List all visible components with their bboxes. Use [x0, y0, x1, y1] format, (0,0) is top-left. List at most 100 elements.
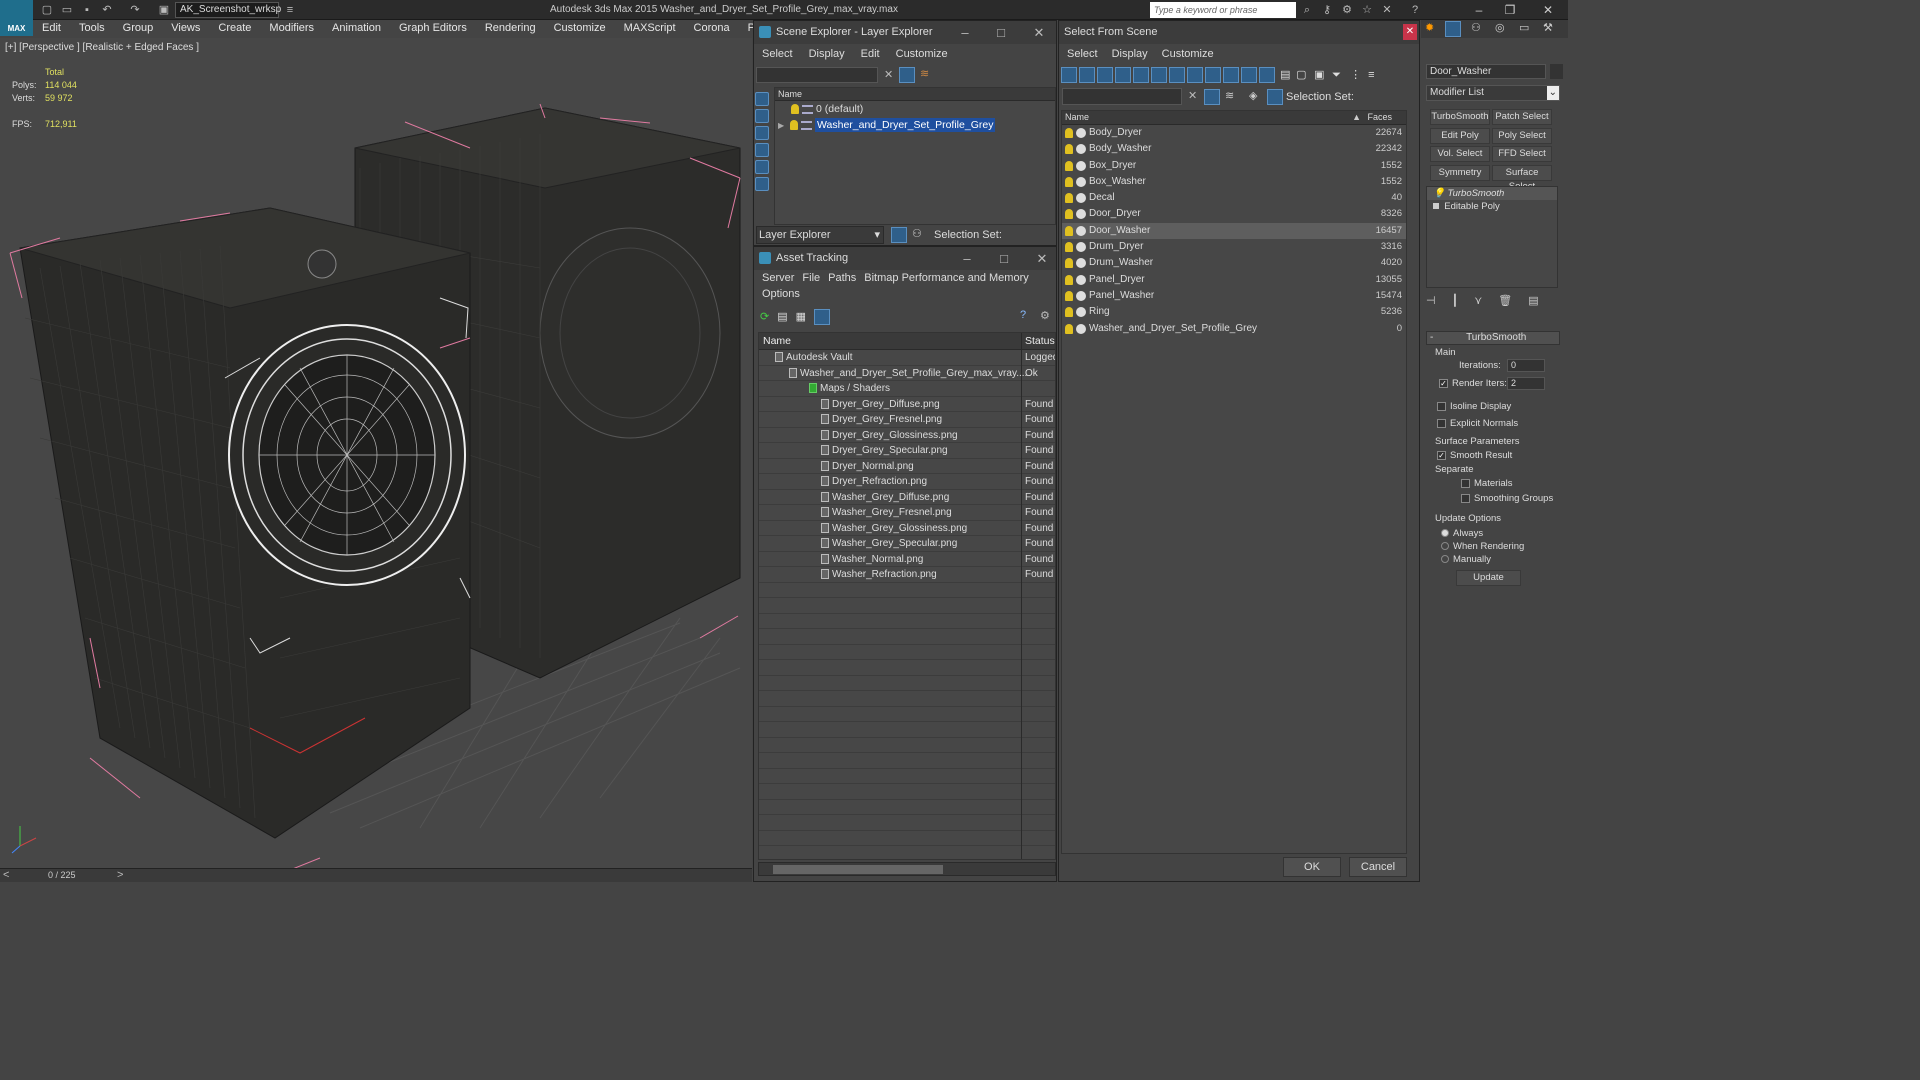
menu-rendering[interactable]: Rendering [476, 20, 545, 37]
lightbulb-icon[interactable] [1065, 323, 1073, 334]
expand-arrow-icon[interactable]: ▶ [778, 121, 784, 130]
x-icon[interactable]: ✕ [1380, 3, 1394, 17]
maximize-icon[interactable]: □ [988, 21, 1014, 44]
object-row[interactable]: Drum_Washer 4020 [1062, 255, 1406, 271]
display-cameras-icon[interactable] [755, 160, 769, 174]
remove-modifier-icon[interactable]: 🗑 [1498, 295, 1512, 307]
lightbulb-icon[interactable] [1065, 209, 1073, 220]
modify-tab-icon[interactable] [1445, 21, 1461, 37]
filter-helpers-icon[interactable] [1151, 67, 1167, 83]
lightbulb-icon[interactable]: 💡 [1433, 188, 1445, 199]
materials-row[interactable]: Materials [1461, 478, 1513, 489]
table-view-icon[interactable] [814, 309, 831, 325]
asset-horizontal-scrollbar[interactable] [758, 862, 1056, 876]
object-name-field[interactable]: Door_Washer [1426, 64, 1546, 79]
display-lights-icon[interactable] [755, 143, 769, 157]
manually-row[interactable]: Manually [1441, 554, 1491, 565]
asset-row[interactable]: Washer_Grey_Specular.png Found [759, 536, 1055, 552]
lightbulb-icon[interactable] [791, 104, 799, 115]
cancel-button[interactable]: Cancel [1349, 857, 1407, 877]
modifier-list-dropdown[interactable]: Modifier List ⌄ [1426, 85, 1560, 101]
menu-customize[interactable]: Customize [1162, 44, 1214, 64]
symmetry-button[interactable]: Symmetry [1430, 165, 1490, 181]
asset-row[interactable]: Autodesk Vault Logged [759, 350, 1055, 366]
asset-row[interactable]: Dryer_Normal.png Found [759, 459, 1055, 474]
asset-row[interactable]: Washer_and_Dryer_Set_Profile_Grey_max_vr… [759, 366, 1055, 381]
key-icon[interactable]: ⚷ [1320, 3, 1334, 17]
undo-icon[interactable]: ↶ [100, 3, 114, 17]
when-rendering-row[interactable]: When Rendering [1441, 541, 1524, 552]
pin-stack-icon[interactable]: ⊣ [1426, 295, 1436, 307]
lightbulb-icon[interactable] [790, 120, 798, 131]
asset-tracking-titlebar[interactable]: Asset Tracking – □ ✕ [754, 247, 1056, 270]
lightbulb-icon[interactable] [1065, 274, 1073, 285]
thumbnail-icon[interactable]: ▦ [796, 311, 806, 323]
patch-select-button[interactable]: Patch Select [1492, 109, 1552, 125]
save-icon[interactable]: ▪ [80, 3, 94, 17]
object-row[interactable]: Drum_Dryer 3316 [1062, 239, 1406, 255]
lightbulb-icon[interactable] [1065, 290, 1073, 301]
surface-select-button[interactable]: Surface Select [1492, 165, 1552, 192]
select-invert-icon[interactable]: ▣ [1314, 68, 1332, 81]
lightbulb-icon[interactable] [1065, 307, 1073, 318]
menu-create[interactable]: Create [209, 20, 260, 37]
close-icon[interactable]: ✕ [1535, 2, 1561, 18]
menu-paths[interactable]: Paths [828, 270, 856, 286]
lightbulb-icon[interactable] [1065, 144, 1073, 155]
filter-all-icon[interactable] [1061, 67, 1077, 83]
col-faces[interactable]: Faces [1367, 111, 1392, 124]
always-radio[interactable] [1441, 529, 1449, 538]
minimize-icon[interactable]: – [952, 21, 978, 44]
hierarchy-icon[interactable] [1267, 89, 1283, 105]
render-iters-spinner[interactable]: 2 [1507, 377, 1545, 390]
sort-arrow-icon[interactable]: ▲ [1352, 111, 1361, 124]
filter-funnel-icon[interactable]: ⏷ [1332, 69, 1350, 82]
hierarchy-tab-icon[interactable]: ⚇ [1471, 21, 1481, 34]
layer-options-icon[interactable]: ≋ [920, 67, 929, 80]
hierarchy-view-icon[interactable]: ⋮ [1350, 68, 1368, 81]
menu-file[interactable]: File [802, 270, 820, 286]
filter-containers-icon[interactable] [1241, 67, 1257, 83]
filter-spacewarps-icon[interactable] [1169, 67, 1185, 83]
lightbulb-icon[interactable] [1065, 128, 1073, 138]
asset-row[interactable]: Washer_Grey_Diffuse.png Found [759, 490, 1055, 505]
filter-groups-icon[interactable] [1187, 67, 1203, 83]
turbosmooth-rollout-header[interactable]: - TurboSmooth [1426, 331, 1560, 345]
edit-poly-button[interactable]: Edit Poly [1430, 128, 1490, 144]
smooth-result-row[interactable]: ✓ Smooth Result [1437, 450, 1512, 461]
menu-tools[interactable]: Tools [70, 20, 114, 37]
display-helpers-icon[interactable] [755, 177, 769, 191]
layer-options-icon[interactable]: ≋ [1225, 89, 1234, 102]
filter-bones-icon[interactable] [1223, 67, 1239, 83]
close-icon[interactable]: ✕ [1029, 247, 1055, 270]
help-icon[interactable]: ? [1408, 3, 1422, 17]
menu-customize[interactable]: Customize [545, 20, 615, 37]
subscription-icon[interactable]: ⚙ [1340, 3, 1354, 17]
filter-icon[interactable] [1204, 89, 1220, 105]
asset-row[interactable]: Dryer_Grey_Specular.png Found [759, 443, 1055, 459]
menu-options[interactable]: Options [762, 286, 800, 302]
iterations-spinner[interactable]: 0 [1507, 359, 1545, 372]
isoline-row[interactable]: Isoline Display [1437, 401, 1511, 412]
smooth-result-checkbox[interactable]: ✓ [1437, 450, 1446, 460]
project-icon[interactable]: ▣ [157, 3, 171, 17]
ffd-select-button[interactable]: FFD Select [1492, 146, 1552, 162]
object-row[interactable]: Body_Dryer 22674 [1062, 125, 1406, 141]
object-row[interactable]: Decal 40 [1062, 190, 1406, 206]
minimize-icon[interactable]: – [954, 247, 980, 270]
asset-row[interactable]: Washer_Normal.png Found [759, 552, 1055, 567]
filter-shapes-icon[interactable] [1097, 67, 1113, 83]
ok-button[interactable]: OK [1283, 857, 1341, 877]
filter-lights-icon[interactable] [1115, 67, 1131, 83]
menu-animation[interactable]: Animation [323, 20, 390, 37]
asset-col-status[interactable]: Status [1025, 335, 1055, 347]
object-row-selected[interactable]: Door_Washer 16457 [1062, 222, 1406, 240]
asset-col-name[interactable]: Name [763, 335, 791, 347]
object-row[interactable]: Door_Dryer 8326 [1062, 206, 1406, 222]
clear-search-icon[interactable]: ✕ [884, 68, 893, 81]
menu-display[interactable]: Display [809, 44, 845, 64]
settings-icon[interactable]: ⚙ [1040, 309, 1050, 322]
open-file-icon[interactable]: ▭ [60, 3, 74, 17]
scene-explorer-search[interactable] [756, 67, 878, 83]
lightbulb-icon[interactable] [1065, 258, 1073, 269]
